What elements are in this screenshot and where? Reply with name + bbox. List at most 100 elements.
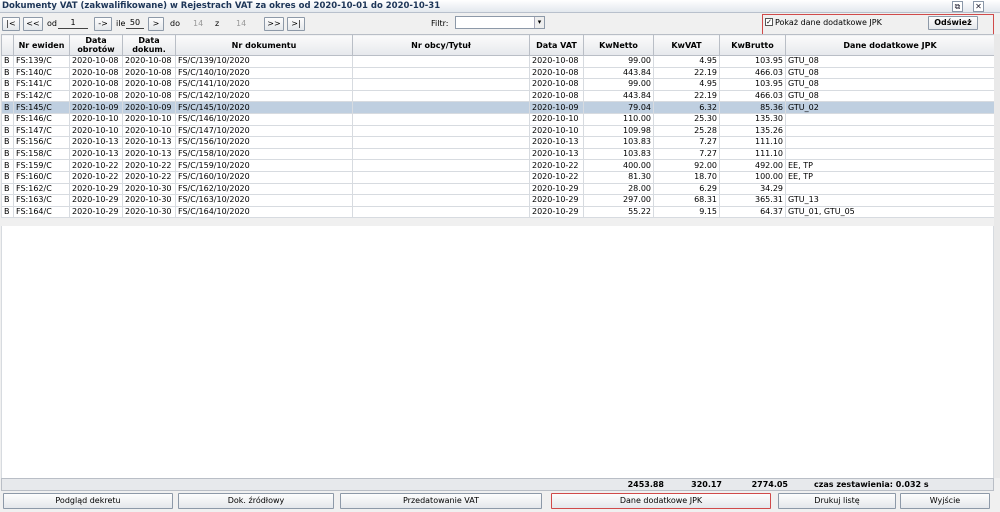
prev-page-button[interactable]: << — [23, 17, 43, 31]
table-cell: 2020-10-08 — [69, 66, 123, 80]
wyjscie-button[interactable]: Wyjście — [900, 493, 990, 509]
filter-select[interactable]: ▾ — [455, 16, 545, 29]
table-row[interactable]: B FS:147/C 2020-10-10 2020-10-10 FS/C/147/10… — [1, 124, 995, 138]
table-cell: B — [1, 136, 14, 149]
col-header-data-dokum[interactable]: Data dokum. — [122, 34, 176, 56]
filter-label: Filtr: — [431, 19, 449, 28]
col-header-kwvat[interactable]: KwVAT — [653, 34, 720, 56]
table-cell — [352, 170, 530, 184]
col-header-nr-ewiden[interactable]: Nr ewiden — [13, 34, 70, 56]
podglad-dekretu-button[interactable]: Podgląd dekretu — [3, 493, 173, 509]
title-bar: Dokumenty VAT (zakwalifikowane) w Rejest… — [0, 0, 1000, 13]
table-cell: 92.00 — [653, 159, 720, 172]
table-cell: 2020-10-30 — [122, 194, 176, 207]
toolbar: |< << od 1 -> ile 50 > do 14 z 14 >> >| … — [0, 14, 1000, 52]
table-cell: 466.03 — [719, 66, 786, 80]
col-header-nr-dokumentu[interactable]: Nr dokumentu — [175, 34, 353, 56]
table-cell: 2020-10-10 — [122, 112, 176, 126]
next-small-button[interactable]: > — [148, 17, 164, 31]
table-row[interactable]: B FS:158/C 2020-10-13 2020-10-13 FS/C/158/10… — [1, 147, 995, 161]
table-cell — [352, 66, 530, 80]
od-input[interactable]: 1 — [58, 17, 88, 29]
table-cell: 103.95 — [719, 55, 786, 68]
refresh-button[interactable]: Odśwież — [928, 16, 978, 30]
col-header-data-obrotow[interactable]: Data obrotów — [69, 34, 123, 56]
table-cell: 7.27 — [653, 136, 720, 149]
table-cell: 2020-10-09 — [69, 101, 123, 114]
table-cell — [352, 78, 530, 91]
table-cell: 2020-10-13 — [69, 147, 123, 161]
table-cell: 2020-10-10 — [69, 112, 123, 126]
table-cell — [352, 205, 530, 219]
col-header-kwnetto[interactable]: KwNetto — [583, 34, 654, 56]
table-cell: FS:139/C — [13, 55, 70, 68]
table-cell: GTU_01, GTU_05 — [785, 205, 995, 219]
table-cell: 492.00 — [719, 159, 786, 172]
vertical-scrollbar[interactable] — [994, 34, 1000, 478]
last-page-button[interactable]: >| — [287, 17, 305, 31]
table-cell: 99.00 — [583, 55, 654, 68]
drukuj-liste-button[interactable]: Drukuj listę — [778, 493, 896, 509]
table-row[interactable]: B FS:162/C 2020-10-29 2020-10-30 FS/C/162/10… — [1, 182, 995, 196]
table-cell — [352, 194, 530, 207]
jpk-checkbox[interactable]: ✓ — [765, 18, 773, 26]
table-cell: 2020-10-10 — [529, 112, 584, 126]
table-row[interactable]: B FS:163/C 2020-10-29 2020-10-30 FS/C/163/10… — [1, 194, 995, 207]
table-cell: 2020-10-29 — [69, 182, 123, 196]
z-label: z — [215, 19, 220, 28]
table-cell: 109.98 — [583, 124, 654, 138]
table-row[interactable]: B FS:142/C 2020-10-08 2020-10-08 FS/C/142/10… — [1, 89, 995, 103]
col-header-kwbrutto[interactable]: KwBrutto — [719, 34, 786, 56]
do-value: 14 — [193, 19, 204, 28]
col-header-dane-jpk[interactable]: Dane dodatkowe JPK — [785, 34, 995, 56]
table-cell: 22.19 — [653, 89, 720, 103]
table-cell: FS:160/C — [13, 170, 70, 184]
table-cell: B — [1, 170, 14, 184]
elapsed-time: czas zestawienia: 0.032 s — [814, 480, 929, 489]
go-button[interactable]: -> — [94, 17, 112, 31]
table-row[interactable]: B FS:139/C 2020-10-08 2020-10-08 FS/C/139/10… — [1, 55, 995, 68]
col-header[interactable] — [1, 34, 14, 56]
jpk-checkbox-label: Pokaż dane dodatkowe JPK — [775, 18, 882, 27]
col-header-nr-obcy[interactable]: Nr obcy/Tytuł — [352, 34, 530, 56]
table-row[interactable]: B FS:164/C 2020-10-29 2020-10-30 FS/C/164/10… — [1, 205, 995, 219]
przedatowanie-vat-button[interactable]: Przedatowanie VAT — [340, 493, 542, 509]
table-cell: B — [1, 55, 14, 68]
table-cell: 25.28 — [653, 124, 720, 138]
table-cell: B — [1, 101, 14, 114]
dok-zrodlowy-button[interactable]: Dok. źródłowy — [178, 493, 334, 509]
table-cell — [352, 182, 530, 196]
next-page-button[interactable]: >> — [264, 17, 284, 31]
table-row[interactable]: B FS:146/C 2020-10-10 2020-10-10 FS/C/146/10… — [1, 112, 995, 126]
table-cell: FS/C/159/10/2020 — [175, 159, 353, 172]
table-cell: FS/C/156/10/2020 — [175, 136, 353, 149]
table-cell: EE, TP — [785, 170, 995, 184]
table-row[interactable]: B FS:156/C 2020-10-13 2020-10-13 FS/C/156/10… — [1, 136, 995, 149]
col-header-data-vat[interactable]: Data VAT — [529, 34, 584, 56]
table-cell — [352, 89, 530, 103]
table-cell: B — [1, 124, 14, 138]
dane-jpk-button[interactable]: Dane dodatkowe JPK — [551, 493, 771, 509]
restore-icon[interactable]: ⧉ — [952, 1, 963, 12]
table-cell: 2020-10-29 — [529, 194, 584, 207]
table-row[interactable]: B FS:140/C 2020-10-08 2020-10-08 FS/C/140/10… — [1, 66, 995, 80]
ile-input[interactable]: 50 — [126, 17, 144, 29]
table-cell: 9.15 — [653, 205, 720, 219]
table-row[interactable]: B FS:160/C 2020-10-22 2020-10-22 FS/C/160/10… — [1, 170, 995, 184]
table-row[interactable]: B FS:145/C 2020-10-09 2020-10-09 FS/C/145/10… — [1, 101, 995, 114]
table-cell — [785, 124, 995, 138]
table-cell: GTU_08 — [785, 89, 995, 103]
table-cell: GTU_02 — [785, 101, 995, 114]
table-cell: B — [1, 182, 14, 196]
table-cell: B — [1, 147, 14, 161]
table-cell: 55.22 — [583, 205, 654, 219]
table-cell: 4.95 — [653, 55, 720, 68]
close-icon[interactable]: ✕ — [973, 1, 984, 12]
table-cell: 135.30 — [719, 112, 786, 126]
table-cell: 2020-10-10 — [529, 124, 584, 138]
table-row[interactable]: B FS:159/C 2020-10-22 2020-10-22 FS/C/159/10… — [1, 159, 995, 172]
table-cell: 135.26 — [719, 124, 786, 138]
table-cell: 28.00 — [583, 182, 654, 196]
first-page-button[interactable]: |< — [2, 17, 20, 31]
table-row[interactable]: B FS:141/C 2020-10-08 2020-10-08 FS/C/141/10… — [1, 78, 995, 91]
